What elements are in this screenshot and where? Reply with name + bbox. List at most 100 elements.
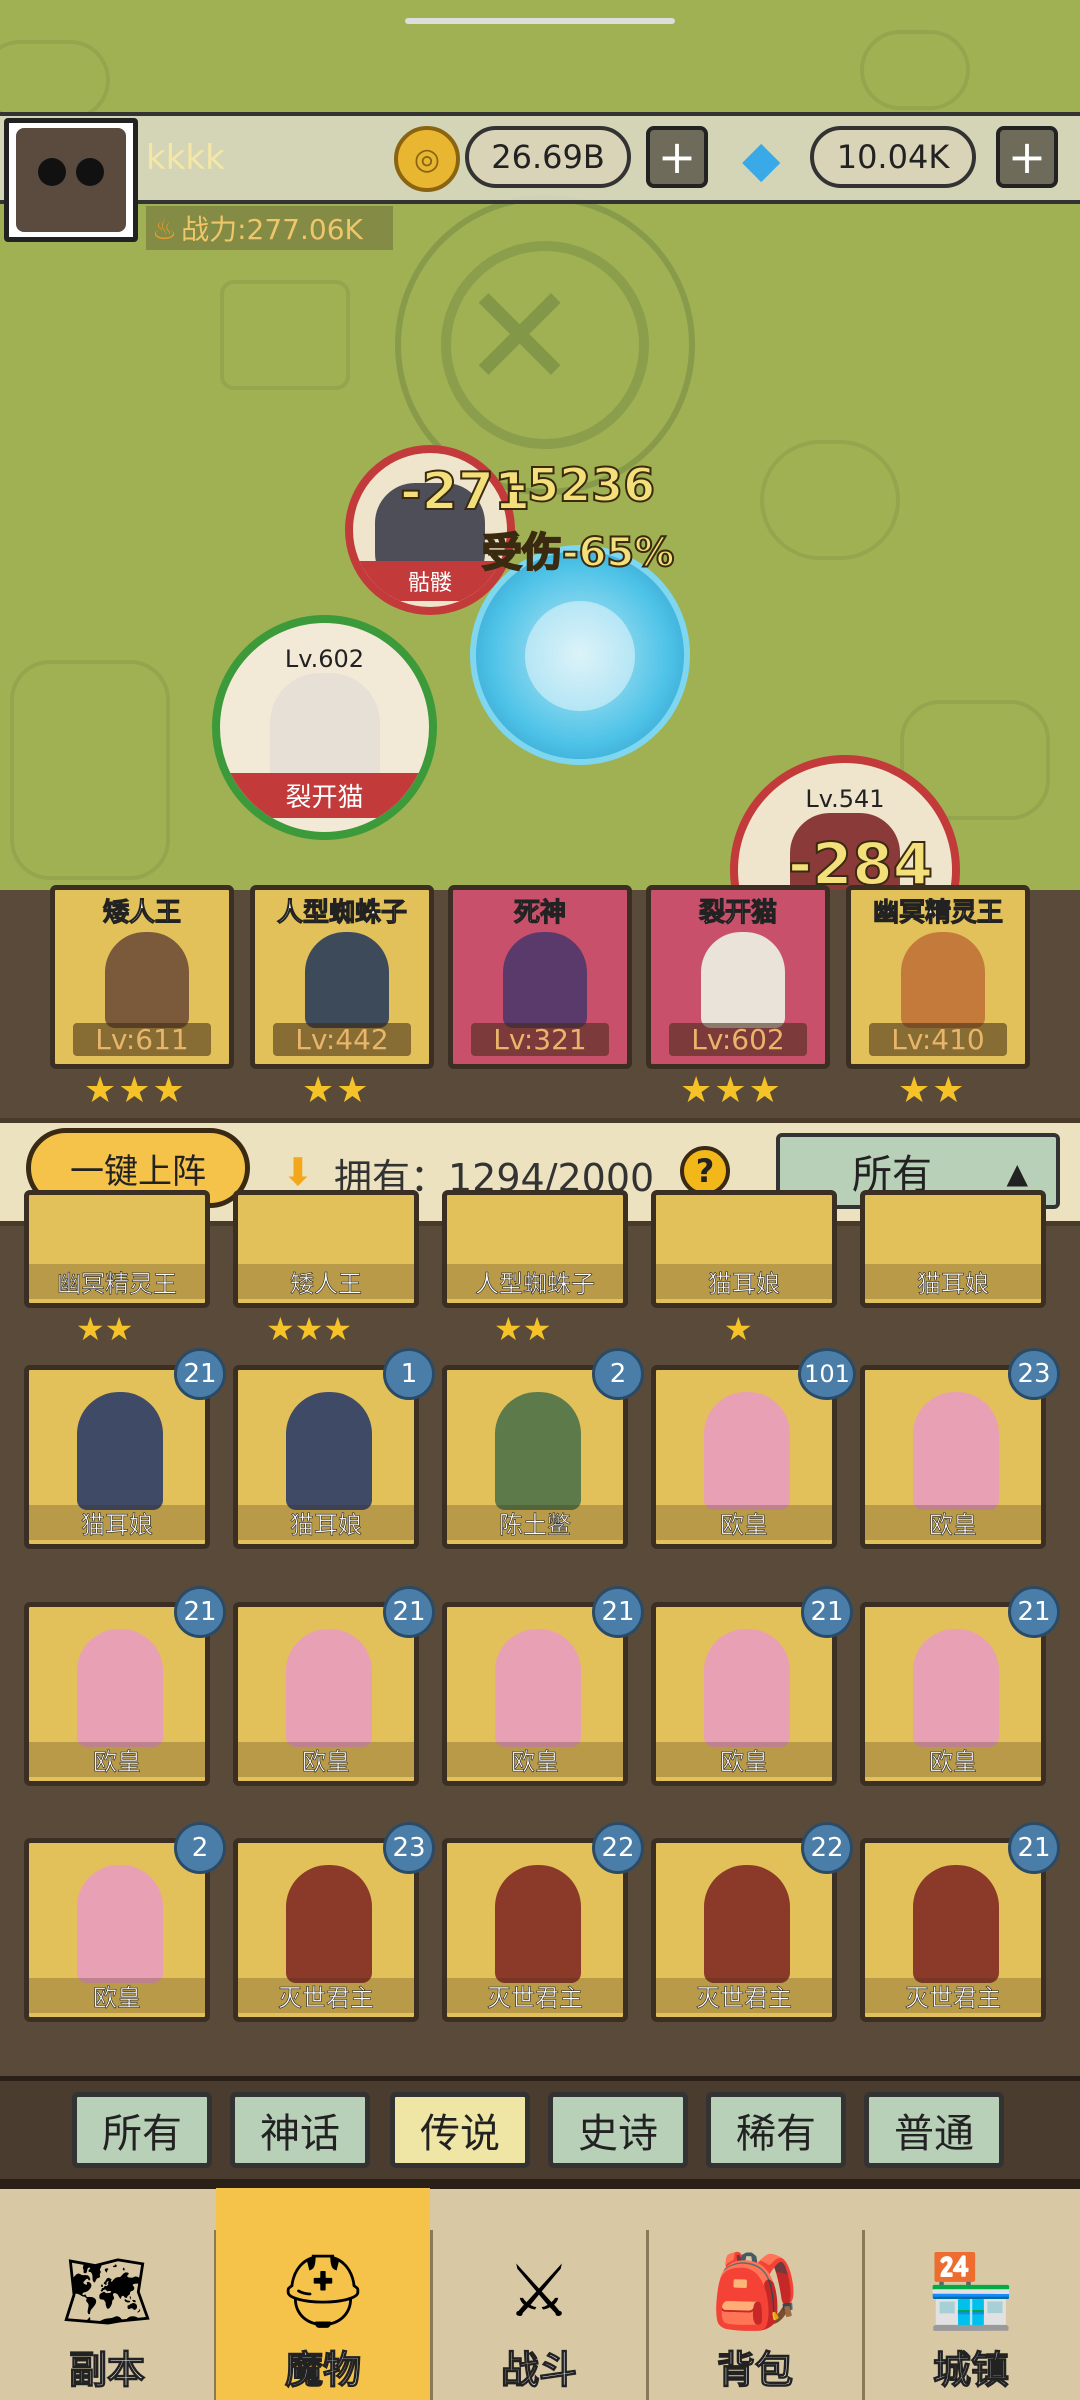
team-slot-name: 矮人王 — [102, 898, 181, 929]
team-slot[interactable]: 裂开猫 Lv:602 — [646, 885, 830, 1069]
diamond-amount: 10.04K — [810, 126, 976, 188]
monster-name: 欧皇 — [656, 1505, 832, 1540]
reaper-figure — [503, 932, 587, 1028]
monster-card[interactable]: 矮人王 — [233, 1190, 419, 1308]
unit-level: Lv.602 — [284, 645, 365, 673]
nav-dungeon[interactable]: 🗺 副本 — [0, 2230, 214, 2400]
monster-name: 欧皇 — [447, 1742, 623, 1777]
duplicate-count-badge: 21 — [383, 1586, 435, 1638]
monster-name: 欧皇 — [865, 1505, 1041, 1540]
nav-label: 城镇 — [932, 2347, 1009, 2392]
lucky-emperor-figure — [704, 1629, 790, 1747]
terrain-rock — [760, 440, 900, 560]
gold-coin-icon: ◎ — [394, 126, 460, 192]
terrain-rock — [860, 30, 970, 110]
skull-icon — [16, 128, 126, 232]
doom-lord-figure — [704, 1865, 790, 1983]
diamond-icon: ◆ — [742, 130, 781, 188]
duplicate-count-badge: 21 — [174, 1348, 226, 1400]
cat-ear-girl-figure — [77, 1392, 163, 1510]
team-slot-level: Lv:602 — [669, 1023, 807, 1056]
spider-girl-figure — [305, 932, 389, 1028]
shop-icon: 🏪 — [926, 2248, 1016, 2333]
monster-name: 猫耳娘 — [656, 1264, 832, 1299]
monster-name: 猫耳娘 — [865, 1264, 1041, 1299]
team-slot[interactable]: 人型蜘蛛子 Lv:442 — [250, 885, 434, 1069]
helmet-icon: ⛑ — [277, 2248, 369, 2333]
monster-name: 欧皇 — [29, 1742, 205, 1777]
team-slot-name: 死神 — [513, 898, 566, 929]
nav-monsters[interactable]: ⛑ 魔物 — [216, 2188, 430, 2400]
duplicate-count-badge: 21 — [174, 1586, 226, 1638]
nav-backpack[interactable]: 🎒 背包 — [648, 2230, 862, 2400]
doom-lord-figure — [286, 1865, 372, 1983]
duplicate-count-badge: 21 — [801, 1586, 853, 1638]
rarity-tab-mythic[interactable]: 神话 — [230, 2092, 370, 2168]
nav-battle[interactable]: ⚔ 战斗 — [432, 2230, 646, 2400]
monster-card[interactable]: 幽冥精灵王 — [24, 1190, 210, 1308]
damage-number: -5236 — [507, 457, 656, 513]
crossed-swords-icon: ⚔ — [506, 2249, 572, 2333]
star-rating: ★★★ — [680, 1070, 783, 1111]
rarity-tab-common[interactable]: 普通 — [864, 2092, 1004, 2168]
shielded-unit[interactable] — [470, 545, 690, 765]
monster-name: 欧皇 — [865, 1742, 1041, 1777]
player-name: kkkk — [146, 138, 225, 178]
backpack-icon: 🎒 — [710, 2248, 800, 2333]
rarity-tab-legendary[interactable]: 传说 — [390, 2092, 530, 2168]
gold-amount: 26.69B — [465, 126, 631, 188]
star-rating: ★★ — [898, 1070, 967, 1111]
lucky-emperor-figure — [913, 1392, 999, 1510]
team-slot-level: Lv:442 — [273, 1023, 411, 1056]
ally-unit[interactable]: Lv.602 裂开猫 — [212, 615, 437, 840]
doom-lord-figure — [495, 1865, 581, 1983]
monster-card[interactable]: 人型蜘蛛子 — [442, 1190, 628, 1308]
nav-town[interactable]: 🏪 城镇 — [864, 2230, 1078, 2400]
duplicate-count-badge: 2 — [174, 1822, 226, 1874]
add-gold-button[interactable]: + — [646, 126, 708, 188]
lucky-emperor-figure — [77, 1629, 163, 1747]
team-slot[interactable]: 死神 Lv:321 — [448, 885, 632, 1069]
combat-power-label: 战力:277.06K — [181, 213, 363, 246]
unit-name: 裂开猫 — [220, 773, 429, 818]
star-rating: ★ — [724, 1310, 753, 1348]
rarity-tab-rare[interactable]: 稀有 — [706, 2092, 846, 2168]
doom-lord-figure — [913, 1865, 999, 1983]
elf-king-figure — [901, 932, 985, 1028]
duplicate-count-badge: 22 — [801, 1822, 853, 1874]
lucky-emperor-figure — [704, 1392, 790, 1510]
team-slot[interactable]: 矮人王 Lv:611 — [50, 885, 234, 1069]
team-slot-level: Lv:611 — [73, 1023, 211, 1056]
help-button[interactable]: ? — [680, 1146, 730, 1196]
team-slot-name: 幽冥精灵王 — [872, 898, 1003, 929]
duplicate-count-badge: 23 — [1008, 1348, 1060, 1400]
team-slot-level: Lv:410 — [869, 1023, 1007, 1056]
shield-bubble-icon — [525, 601, 635, 711]
lucky-emperor-figure — [913, 1629, 999, 1747]
monster-card[interactable]: 猫耳娘 — [860, 1190, 1046, 1308]
home-indicator — [405, 18, 675, 24]
add-diamond-button[interactable]: + — [996, 126, 1058, 188]
star-rating: ★★ — [76, 1310, 134, 1348]
duplicate-count-badge: 2 — [592, 1348, 644, 1400]
monster-name: 欧皇 — [238, 1742, 414, 1777]
player-avatar[interactable] — [4, 118, 138, 242]
rarity-tab-epic[interactable]: 史诗 — [548, 2092, 688, 2168]
terrain-rock — [0, 40, 110, 120]
team-slot-level: Lv:321 — [471, 1023, 609, 1056]
monster-name: 幽冥精灵王 — [29, 1264, 205, 1299]
monster-name: 猫耳娘 — [238, 1505, 414, 1540]
star-rating: ★★ — [494, 1310, 552, 1348]
monster-name: 猫耳娘 — [29, 1505, 205, 1540]
frog-official-figure — [495, 1392, 581, 1510]
nav-label: 副本 — [68, 2347, 145, 2392]
duplicate-count-badge: 21 — [1008, 1822, 1060, 1874]
monster-card[interactable]: 猫耳娘 — [651, 1190, 837, 1308]
rarity-tab-all[interactable]: 所有 — [72, 2092, 212, 2168]
duplicate-count-badge: 1 — [383, 1348, 435, 1400]
team-slot-name: 人型蜘蛛子 — [276, 898, 407, 929]
team-slot[interactable]: 幽冥精灵王 Lv:410 — [846, 885, 1030, 1069]
debuff-text: 受伤-65% — [481, 529, 675, 577]
nav-label: 背包 — [716, 2347, 793, 2392]
crossed-swords-icon: ✕ — [461, 256, 579, 419]
